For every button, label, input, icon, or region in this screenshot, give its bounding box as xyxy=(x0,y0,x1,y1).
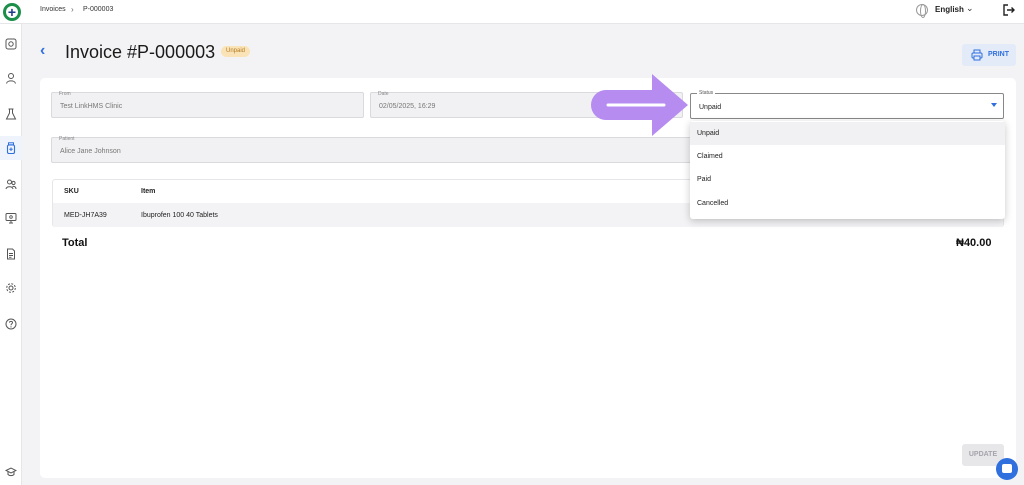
status-option-unpaid[interactable]: Unpaid xyxy=(690,122,1005,145)
breadcrumb-invoices[interactable]: Invoices xyxy=(40,6,66,13)
date-field-label: Date xyxy=(378,91,389,97)
caret-down-icon[interactable] xyxy=(991,103,997,107)
total-label: Total xyxy=(62,237,88,249)
annotation-arrow-icon xyxy=(591,74,688,136)
top-bar: + Invoices › P-000003 English ⌄ xyxy=(0,0,1024,24)
status-option-cancelled[interactable]: Cancelled xyxy=(690,192,1005,215)
row-item: Ibuprofen 100 40 Tablets xyxy=(141,212,218,219)
globe-icon[interactable] xyxy=(916,4,928,18)
total-value: ₦40.00 xyxy=(956,237,992,249)
dashboard-icon xyxy=(5,38,17,50)
logo-plus-icon: + xyxy=(7,4,17,20)
patient-field-label: Patient xyxy=(59,136,75,142)
status-option-paid[interactable]: Paid xyxy=(690,168,1005,191)
app-logo[interactable]: + xyxy=(3,3,21,21)
settings-icon xyxy=(6,283,16,293)
document-icon xyxy=(7,248,15,260)
status-badge: Unpaid xyxy=(221,46,251,57)
from-field-value: Test LinkHMS Clinic xyxy=(60,103,123,110)
chevron-down-icon[interactable]: ⌄ xyxy=(966,3,974,14)
back-chevron-icon[interactable]: ‹ xyxy=(40,42,45,60)
row-sku: MED-JH7A39 xyxy=(64,212,107,219)
print-button-label: PRINT xyxy=(988,51,1009,58)
patient-field-value: Alice Jane Johnson xyxy=(60,148,121,155)
status-select-label: Status xyxy=(697,90,716,96)
print-button[interactable]: PRINT xyxy=(962,44,1016,66)
lab-icon xyxy=(5,108,17,120)
sidebar-item-medicine[interactable] xyxy=(0,136,22,160)
sidebar-item-help[interactable] xyxy=(0,312,22,336)
patients-icon xyxy=(5,179,17,190)
logout-icon[interactable] xyxy=(1002,3,1016,17)
sidebar-item-patients[interactable] xyxy=(0,172,22,196)
printer-icon xyxy=(971,49,983,61)
from-field-label: From xyxy=(59,91,71,97)
column-header-item: Item xyxy=(141,188,156,195)
sidebar xyxy=(0,24,22,485)
from-field: From Test LinkHMS Clinic xyxy=(51,91,364,118)
status-option-claimed[interactable]: Claimed xyxy=(690,145,1005,168)
column-header-sku: SKU xyxy=(64,188,79,195)
sidebar-item-monitor[interactable] xyxy=(0,206,22,230)
date-field-value: 02/05/2025, 16:29 xyxy=(379,103,436,110)
sidebar-item-documents[interactable] xyxy=(0,242,22,266)
monitor-icon xyxy=(5,213,17,224)
sidebar-item-user[interactable] xyxy=(0,66,22,90)
user-icon xyxy=(6,73,16,84)
sidebar-item-lab[interactable] xyxy=(0,102,22,126)
status-select[interactable]: Status Unpaid xyxy=(690,90,1004,119)
breadcrumb-separator-icon: › xyxy=(71,5,74,14)
sidebar-item-dashboard[interactable] xyxy=(0,32,22,56)
page-title: Invoice #P-000003 xyxy=(65,42,216,62)
help-icon xyxy=(5,318,17,330)
graduation-cap-icon xyxy=(5,467,17,477)
sidebar-item-education[interactable] xyxy=(0,460,22,484)
status-dropdown-menu: Unpaid Claimed Paid Cancelled xyxy=(690,121,1005,219)
sidebar-item-settings[interactable] xyxy=(0,276,22,300)
language-selector[interactable]: English xyxy=(935,5,964,14)
chat-support-icon[interactable] xyxy=(996,458,1018,480)
status-select-value: Unpaid xyxy=(699,104,722,111)
breadcrumb-current: P-000003 xyxy=(83,6,114,13)
medicine-icon xyxy=(6,142,16,154)
